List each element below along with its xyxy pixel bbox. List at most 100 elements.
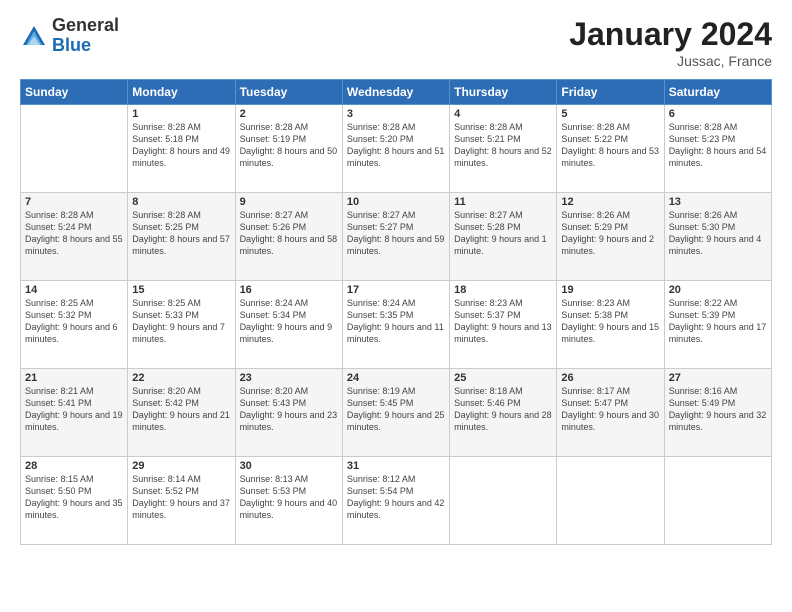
day-number: 19 [561,284,659,296]
day-number: 21 [25,372,123,384]
location: Jussac, France [569,53,772,69]
calendar-week-3: 21Sunrise: 8:21 AM Sunset: 5:41 PM Dayli… [21,369,772,457]
logo: General Blue [20,16,119,56]
calendar-cell [557,457,664,545]
calendar-cell: 26Sunrise: 8:17 AM Sunset: 5:47 PM Dayli… [557,369,664,457]
calendar-cell: 31Sunrise: 8:12 AM Sunset: 5:54 PM Dayli… [342,457,449,545]
day-info: Sunrise: 8:19 AM Sunset: 5:45 PM Dayligh… [347,385,445,434]
calendar-cell: 13Sunrise: 8:26 AM Sunset: 5:30 PM Dayli… [664,193,771,281]
day-info: Sunrise: 8:28 AM Sunset: 5:25 PM Dayligh… [132,209,230,258]
day-info: Sunrise: 8:28 AM Sunset: 5:23 PM Dayligh… [669,121,767,170]
day-number: 4 [454,108,552,120]
day-number: 8 [132,196,230,208]
day-info: Sunrise: 8:14 AM Sunset: 5:52 PM Dayligh… [132,473,230,522]
calendar-cell: 15Sunrise: 8:25 AM Sunset: 5:33 PM Dayli… [128,281,235,369]
day-info: Sunrise: 8:18 AM Sunset: 5:46 PM Dayligh… [454,385,552,434]
logo-icon [20,23,48,51]
calendar-cell: 1Sunrise: 8:28 AM Sunset: 5:18 PM Daylig… [128,105,235,193]
calendar-cell: 6Sunrise: 8:28 AM Sunset: 5:23 PM Daylig… [664,105,771,193]
day-number: 20 [669,284,767,296]
day-info: Sunrise: 8:23 AM Sunset: 5:38 PM Dayligh… [561,297,659,346]
header-saturday: Saturday [664,80,771,105]
calendar-cell: 23Sunrise: 8:20 AM Sunset: 5:43 PM Dayli… [235,369,342,457]
day-number: 3 [347,108,445,120]
header-friday: Friday [557,80,664,105]
day-info: Sunrise: 8:26 AM Sunset: 5:30 PM Dayligh… [669,209,767,258]
header-sunday: Sunday [21,80,128,105]
day-info: Sunrise: 8:28 AM Sunset: 5:24 PM Dayligh… [25,209,123,258]
day-number: 24 [347,372,445,384]
calendar-week-1: 7Sunrise: 8:28 AM Sunset: 5:24 PM Daylig… [21,193,772,281]
day-info: Sunrise: 8:12 AM Sunset: 5:54 PM Dayligh… [347,473,445,522]
calendar-cell: 19Sunrise: 8:23 AM Sunset: 5:38 PM Dayli… [557,281,664,369]
day-number: 22 [132,372,230,384]
header-thursday: Thursday [450,80,557,105]
calendar-cell: 5Sunrise: 8:28 AM Sunset: 5:22 PM Daylig… [557,105,664,193]
day-info: Sunrise: 8:28 AM Sunset: 5:20 PM Dayligh… [347,121,445,170]
calendar-week-2: 14Sunrise: 8:25 AM Sunset: 5:32 PM Dayli… [21,281,772,369]
calendar-cell: 22Sunrise: 8:20 AM Sunset: 5:42 PM Dayli… [128,369,235,457]
calendar-cell: 29Sunrise: 8:14 AM Sunset: 5:52 PM Dayli… [128,457,235,545]
calendar-cell: 9Sunrise: 8:27 AM Sunset: 5:26 PM Daylig… [235,193,342,281]
logo-blue-text: Blue [52,36,119,56]
day-number: 10 [347,196,445,208]
day-info: Sunrise: 8:28 AM Sunset: 5:21 PM Dayligh… [454,121,552,170]
calendar-cell: 3Sunrise: 8:28 AM Sunset: 5:20 PM Daylig… [342,105,449,193]
calendar-week-0: 1Sunrise: 8:28 AM Sunset: 5:18 PM Daylig… [21,105,772,193]
calendar-cell: 16Sunrise: 8:24 AM Sunset: 5:34 PM Dayli… [235,281,342,369]
calendar-cell: 14Sunrise: 8:25 AM Sunset: 5:32 PM Dayli… [21,281,128,369]
day-number: 27 [669,372,767,384]
day-number: 29 [132,460,230,472]
title-block: January 2024 Jussac, France [569,16,772,69]
day-number: 13 [669,196,767,208]
calendar-cell: 28Sunrise: 8:15 AM Sunset: 5:50 PM Dayli… [21,457,128,545]
day-number: 31 [347,460,445,472]
day-number: 2 [240,108,338,120]
day-number: 11 [454,196,552,208]
logo-general-text: General [52,16,119,36]
day-info: Sunrise: 8:20 AM Sunset: 5:42 PM Dayligh… [132,385,230,434]
day-number: 12 [561,196,659,208]
day-number: 14 [25,284,123,296]
day-number: 6 [669,108,767,120]
day-info: Sunrise: 8:24 AM Sunset: 5:35 PM Dayligh… [347,297,445,346]
calendar-cell: 24Sunrise: 8:19 AM Sunset: 5:45 PM Dayli… [342,369,449,457]
header: General Blue January 2024 Jussac, France [20,16,772,69]
calendar-cell: 18Sunrise: 8:23 AM Sunset: 5:37 PM Dayli… [450,281,557,369]
calendar-cell: 8Sunrise: 8:28 AM Sunset: 5:25 PM Daylig… [128,193,235,281]
day-number: 7 [25,196,123,208]
day-number: 23 [240,372,338,384]
calendar-cell [450,457,557,545]
calendar-cell: 11Sunrise: 8:27 AM Sunset: 5:28 PM Dayli… [450,193,557,281]
day-info: Sunrise: 8:13 AM Sunset: 5:53 PM Dayligh… [240,473,338,522]
calendar-cell: 7Sunrise: 8:28 AM Sunset: 5:24 PM Daylig… [21,193,128,281]
calendar-cell: 2Sunrise: 8:28 AM Sunset: 5:19 PM Daylig… [235,105,342,193]
calendar-cell: 4Sunrise: 8:28 AM Sunset: 5:21 PM Daylig… [450,105,557,193]
day-number: 30 [240,460,338,472]
calendar-cell: 12Sunrise: 8:26 AM Sunset: 5:29 PM Dayli… [557,193,664,281]
day-number: 15 [132,284,230,296]
calendar-cell: 10Sunrise: 8:27 AM Sunset: 5:27 PM Dayli… [342,193,449,281]
calendar-cell [21,105,128,193]
day-info: Sunrise: 8:28 AM Sunset: 5:22 PM Dayligh… [561,121,659,170]
day-number: 25 [454,372,552,384]
day-info: Sunrise: 8:27 AM Sunset: 5:27 PM Dayligh… [347,209,445,258]
day-number: 26 [561,372,659,384]
day-info: Sunrise: 8:21 AM Sunset: 5:41 PM Dayligh… [25,385,123,434]
calendar-cell: 25Sunrise: 8:18 AM Sunset: 5:46 PM Dayli… [450,369,557,457]
day-info: Sunrise: 8:23 AM Sunset: 5:37 PM Dayligh… [454,297,552,346]
calendar-table: Sunday Monday Tuesday Wednesday Thursday… [20,79,772,545]
header-tuesday: Tuesday [235,80,342,105]
day-info: Sunrise: 8:28 AM Sunset: 5:19 PM Dayligh… [240,121,338,170]
logo-text: General Blue [52,16,119,56]
day-info: Sunrise: 8:22 AM Sunset: 5:39 PM Dayligh… [669,297,767,346]
day-number: 17 [347,284,445,296]
day-info: Sunrise: 8:24 AM Sunset: 5:34 PM Dayligh… [240,297,338,346]
day-info: Sunrise: 8:28 AM Sunset: 5:18 PM Dayligh… [132,121,230,170]
day-info: Sunrise: 8:25 AM Sunset: 5:32 PM Dayligh… [25,297,123,346]
day-number: 16 [240,284,338,296]
day-number: 1 [132,108,230,120]
day-info: Sunrise: 8:17 AM Sunset: 5:47 PM Dayligh… [561,385,659,434]
calendar-cell [664,457,771,545]
day-number: 18 [454,284,552,296]
